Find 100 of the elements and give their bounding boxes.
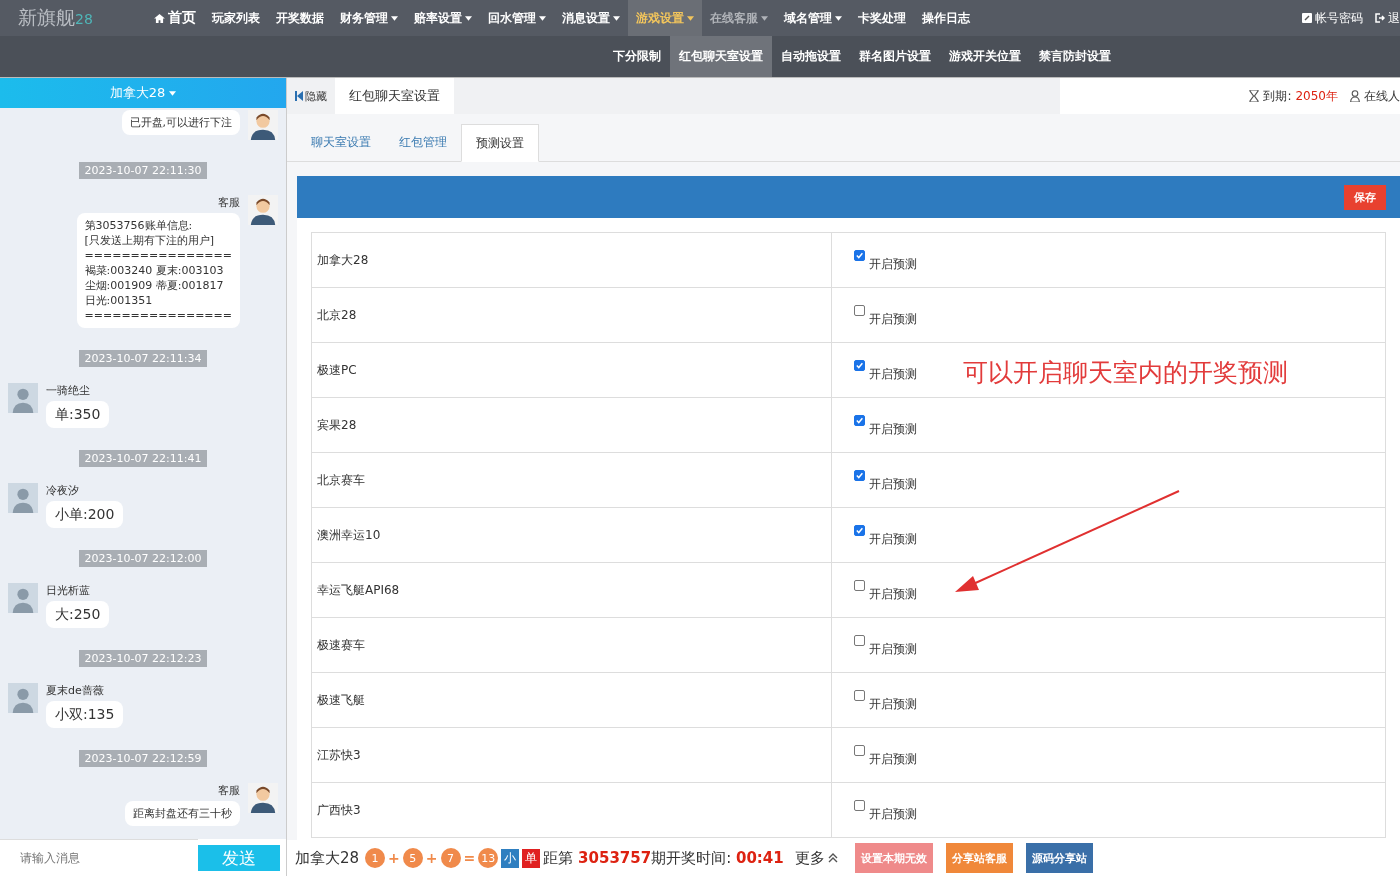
- sender-name: 客服: [218, 195, 240, 210]
- subnav-tab[interactable]: 禁言防封设置: [1030, 36, 1120, 77]
- more-link[interactable]: 更多: [794, 848, 838, 868]
- expire-date: 2050年: [1295, 87, 1338, 105]
- settings-tab[interactable]: 聊天室设置: [297, 124, 385, 161]
- nav-item[interactable]: 消息设置: [554, 0, 628, 36]
- prediction-checkbox[interactable]: 开启预测: [854, 360, 917, 381]
- checkmark-icon: [855, 526, 864, 535]
- nav-item[interactable]: 赔率设置: [406, 0, 480, 36]
- home-icon: [154, 13, 165, 23]
- subnav-tab[interactable]: 红包聊天室设置: [670, 36, 772, 77]
- game-name-cell: 江苏快3: [311, 727, 832, 783]
- game-name-cell: 幸运飞艇API68: [311, 562, 832, 618]
- caret-icon: [169, 90, 177, 96]
- hourglass-icon: [1249, 90, 1260, 102]
- message-timestamp: 2023-10-07 22:12:00: [78, 550, 208, 567]
- prediction-checkbox[interactable]: 开启预测: [854, 579, 917, 601]
- result-ball: 13: [478, 848, 499, 868]
- prediction-checkbox[interactable]: 开启预测: [854, 250, 917, 271]
- message-input[interactable]: 请输入消息: [0, 839, 198, 876]
- result-ball: 5: [402, 848, 423, 868]
- message-timestamp: 2023-10-07 22:11:30: [78, 162, 208, 179]
- result-tag: 小: [501, 848, 520, 868]
- prediction-checkbox[interactable]: 开启预测: [854, 525, 917, 546]
- collapse-icon: [295, 91, 303, 101]
- prediction-checkbox[interactable]: 开启预测: [854, 689, 917, 711]
- message-bubble: 已开盘,可以进行下注: [121, 110, 240, 135]
- caret-icon: [835, 15, 842, 21]
- prediction-checkbox[interactable]: 开启预测: [854, 744, 917, 766]
- result-ball: 7: [440, 848, 461, 868]
- agent-avatar-icon: [248, 783, 278, 813]
- caret-icon: [391, 15, 398, 21]
- nav-item[interactable]: 开奖数据: [268, 0, 332, 36]
- subnav-tab[interactable]: 游戏开关位置: [940, 36, 1030, 77]
- subnav-tab[interactable]: 群名图片设置: [850, 36, 940, 77]
- game-name-cell: 澳洲幸运10: [311, 507, 832, 563]
- hide-toggle[interactable]: 隐藏: [287, 78, 335, 114]
- message-bubble: 距离封盘还有三十秒: [125, 801, 240, 826]
- result-tag: 单: [522, 848, 541, 868]
- prediction-checkbox[interactable]: 开启预测: [854, 304, 917, 326]
- result-operator: +: [425, 850, 438, 866]
- game-name-cell: 北京28: [311, 287, 832, 343]
- game-name-cell: 极速PC: [311, 342, 832, 398]
- message-timestamp: 2023-10-07 22:12:23: [78, 650, 208, 667]
- expire-label: 到期:: [1263, 87, 1292, 105]
- user-avatar-icon: [8, 383, 38, 413]
- nav-item[interactable]: 玩家列表: [204, 0, 268, 36]
- game-name-cell: 宾果28: [311, 397, 832, 453]
- settings-tab[interactable]: 红包管理: [385, 124, 461, 161]
- account-password-link[interactable]: 帐号密码: [1302, 9, 1363, 27]
- subnav-tab[interactable]: 下分限制: [604, 36, 670, 77]
- caret-icon: [539, 15, 546, 21]
- message-timestamp: 2023-10-07 22:11:34: [78, 350, 208, 367]
- settings-tab[interactable]: 预测设置: [461, 124, 539, 162]
- sender-name: 日光析蓝: [46, 583, 90, 598]
- message-bubble: 单:350: [46, 401, 110, 428]
- brand-logo[interactable]: 新旗舰28: [18, 5, 146, 31]
- message-bubble: 小双:135: [46, 701, 124, 728]
- edit-icon: [1302, 13, 1312, 23]
- game-name-cell: 极速飞艇: [311, 672, 832, 728]
- prediction-checkbox[interactable]: 开启预测: [854, 470, 917, 491]
- chevron-up-icon: [827, 853, 838, 863]
- prediction-checkbox[interactable]: 开启预测: [854, 415, 917, 436]
- checkmark-icon: [855, 416, 864, 425]
- message-bubble: 大:250: [46, 601, 110, 628]
- checkmark-icon: [855, 251, 864, 260]
- caret-icon: [687, 15, 694, 21]
- sender-name: 冷夜汐: [46, 483, 79, 498]
- agent-avatar-icon: [248, 195, 278, 225]
- user-icon: [1350, 90, 1360, 102]
- save-button[interactable]: 保存: [1344, 184, 1386, 210]
- game-name: 加拿大28: [295, 848, 360, 868]
- page-tab[interactable]: 红包聊天室设置: [335, 78, 454, 114]
- sender-name: 夏末de蔷薇: [46, 683, 104, 698]
- game-name-cell: 广西快3: [311, 782, 832, 838]
- nav-item[interactable]: 首页: [146, 0, 204, 36]
- annotation-text: 可以开启聊天室内的开奖预测: [963, 357, 1288, 389]
- nav-item[interactable]: 回水管理: [480, 0, 554, 36]
- online-count-label: 在线人: [1364, 87, 1400, 105]
- nav-item[interactable]: 操作日志: [914, 0, 978, 36]
- nav-item[interactable]: 卡奖处理: [850, 0, 914, 36]
- action-button[interactable]: 源码分享站: [1025, 843, 1093, 873]
- nav-item[interactable]: 域名管理: [776, 0, 850, 36]
- logout-icon: [1375, 13, 1385, 23]
- draw-countdown-text: 距第 3053757期开奖时间: 00:41: [543, 848, 784, 868]
- game-name-cell: 极速赛车: [311, 617, 832, 673]
- sender-name: 一骑绝尘: [46, 383, 90, 398]
- result-operator: =: [463, 850, 476, 866]
- prediction-checkbox[interactable]: 开启预测: [854, 634, 917, 656]
- user-avatar-icon: [8, 683, 38, 713]
- agent-avatar-icon: [248, 110, 278, 140]
- result-ball: 1: [365, 848, 386, 868]
- message-timestamp: 2023-10-07 22:11:41: [78, 450, 208, 467]
- subnav-tab[interactable]: 自动拖设置: [772, 36, 850, 77]
- message-bubble: 小单:200: [46, 501, 124, 528]
- game-name-cell: 加拿大28: [311, 232, 832, 288]
- prediction-checkbox[interactable]: 开启预测: [854, 799, 917, 821]
- logout-link[interactable]: 退: [1375, 9, 1400, 27]
- nav-item[interactable]: 财务管理: [332, 0, 406, 36]
- message-bubble: 第3053756账单信息: [只发送上期有下注的用户] ================ 褐菜:003240 夏末:003103 尘烟:001909 蒂夏:001817 日光:001351 ================: [76, 213, 240, 328]
